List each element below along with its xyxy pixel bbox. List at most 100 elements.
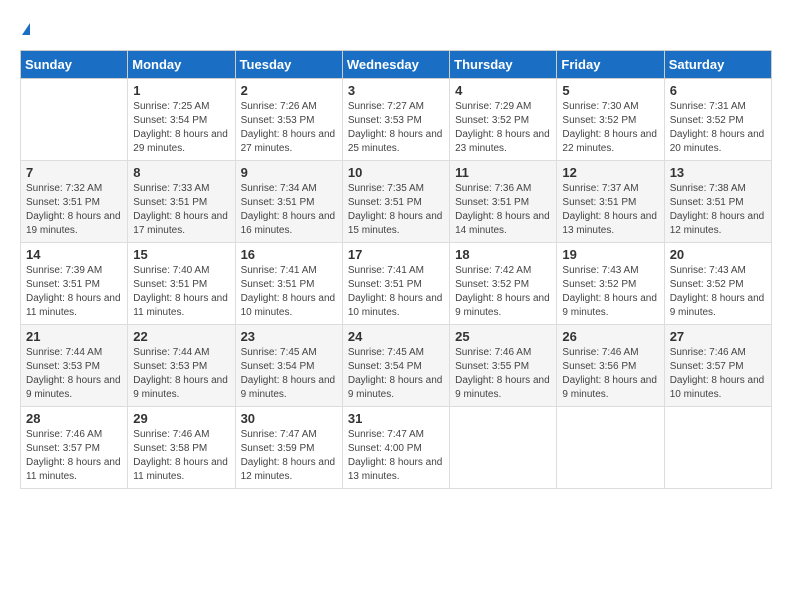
cell-day-number: 29 bbox=[133, 411, 229, 426]
calendar-cell bbox=[21, 78, 128, 160]
calendar-cell: 31 Sunrise: 7:47 AM Sunset: 4:00 PM Dayli… bbox=[342, 406, 449, 488]
cell-day-number: 17 bbox=[348, 247, 444, 262]
cell-info: Sunrise: 7:43 AM Sunset: 3:52 PM Dayligh… bbox=[670, 264, 766, 320]
logo-icon bbox=[22, 23, 30, 35]
cell-info: Sunrise: 7:30 AM Sunset: 3:52 PM Dayligh… bbox=[562, 100, 658, 156]
calendar-week-row: 21 Sunrise: 7:44 AM Sunset: 3:53 PM Dayli… bbox=[21, 324, 772, 406]
cell-info: Sunrise: 7:32 AM Sunset: 3:51 PM Dayligh… bbox=[26, 182, 122, 238]
calendar-cell bbox=[664, 406, 771, 488]
calendar-cell: 10 Sunrise: 7:35 AM Sunset: 3:51 PM Dayli… bbox=[342, 160, 449, 242]
cell-info: Sunrise: 7:34 AM Sunset: 3:51 PM Dayligh… bbox=[241, 182, 337, 238]
calendar-week-row: 28 Sunrise: 7:46 AM Sunset: 3:57 PM Dayli… bbox=[21, 406, 772, 488]
calendar-cell: 14Sunrise: 7:39 AM Sunset: 3:51 PM Dayli… bbox=[21, 242, 128, 324]
cell-day-number: 9 bbox=[241, 165, 337, 180]
cell-day-number: 13 bbox=[670, 165, 766, 180]
calendar-cell: 9 Sunrise: 7:34 AM Sunset: 3:51 PM Daylig… bbox=[235, 160, 342, 242]
calendar-header-row: SundayMondayTuesdayWednesdayThursdayFrid… bbox=[21, 50, 772, 78]
calendar-cell: 8Sunrise: 7:33 AM Sunset: 3:51 PM Daylig… bbox=[128, 160, 235, 242]
cell-day-number: 20 bbox=[670, 247, 766, 262]
header-day: Friday bbox=[557, 50, 664, 78]
cell-day-number: 26 bbox=[562, 329, 658, 344]
header-day: Monday bbox=[128, 50, 235, 78]
logo bbox=[20, 20, 30, 40]
header-day: Saturday bbox=[664, 50, 771, 78]
cell-info: Sunrise: 7:33 AM Sunset: 3:51 PM Dayligh… bbox=[133, 182, 229, 238]
cell-info: Sunrise: 7:37 AM Sunset: 3:51 PM Dayligh… bbox=[562, 182, 658, 238]
calendar-cell: 20 Sunrise: 7:43 AM Sunset: 3:52 PM Dayli… bbox=[664, 242, 771, 324]
calendar-cell: 17 Sunrise: 7:41 AM Sunset: 3:51 PM Dayli… bbox=[342, 242, 449, 324]
calendar-cell: 4Sunrise: 7:29 AM Sunset: 3:52 PM Daylig… bbox=[450, 78, 557, 160]
cell-info: Sunrise: 7:35 AM Sunset: 3:51 PM Dayligh… bbox=[348, 182, 444, 238]
cell-day-number: 5 bbox=[562, 83, 658, 98]
cell-info: Sunrise: 7:47 AM Sunset: 4:00 PM Dayligh… bbox=[348, 428, 444, 484]
cell-info: Sunrise: 7:46 AM Sunset: 3:57 PM Dayligh… bbox=[26, 428, 122, 484]
cell-info: Sunrise: 7:39 AM Sunset: 3:51 PM Dayligh… bbox=[26, 264, 122, 320]
cell-info: Sunrise: 7:26 AM Sunset: 3:53 PM Dayligh… bbox=[241, 100, 337, 156]
cell-day-number: 12 bbox=[562, 165, 658, 180]
calendar-week-row: 7 Sunrise: 7:32 AM Sunset: 3:51 PM Daylig… bbox=[21, 160, 772, 242]
cell-day-number: 18 bbox=[455, 247, 551, 262]
calendar-cell: 1Sunrise: 7:25 AM Sunset: 3:54 PM Daylig… bbox=[128, 78, 235, 160]
cell-day-number: 30 bbox=[241, 411, 337, 426]
cell-info: Sunrise: 7:36 AM Sunset: 3:51 PM Dayligh… bbox=[455, 182, 551, 238]
calendar-cell: 18Sunrise: 7:42 AM Sunset: 3:52 PM Dayli… bbox=[450, 242, 557, 324]
cell-day-number: 1 bbox=[133, 83, 229, 98]
cell-day-number: 25 bbox=[455, 329, 551, 344]
cell-day-number: 23 bbox=[241, 329, 337, 344]
cell-day-number: 2 bbox=[241, 83, 337, 98]
cell-info: Sunrise: 7:41 AM Sunset: 3:51 PM Dayligh… bbox=[348, 264, 444, 320]
cell-day-number: 3 bbox=[348, 83, 444, 98]
cell-day-number: 24 bbox=[348, 329, 444, 344]
cell-info: Sunrise: 7:43 AM Sunset: 3:52 PM Dayligh… bbox=[562, 264, 658, 320]
calendar-cell: 22 Sunrise: 7:44 AM Sunset: 3:53 PM Dayli… bbox=[128, 324, 235, 406]
cell-day-number: 19 bbox=[562, 247, 658, 262]
cell-day-number: 16 bbox=[241, 247, 337, 262]
calendar-cell: 16 Sunrise: 7:41 AM Sunset: 3:51 PM Dayli… bbox=[235, 242, 342, 324]
calendar-cell: 6Sunrise: 7:31 AM Sunset: 3:52 PM Daylig… bbox=[664, 78, 771, 160]
calendar-cell: 25 Sunrise: 7:46 AM Sunset: 3:55 PM Dayli… bbox=[450, 324, 557, 406]
calendar-week-row: 14Sunrise: 7:39 AM Sunset: 3:51 PM Dayli… bbox=[21, 242, 772, 324]
cell-info: Sunrise: 7:41 AM Sunset: 3:51 PM Dayligh… bbox=[241, 264, 337, 320]
cell-info: Sunrise: 7:46 AM Sunset: 3:57 PM Dayligh… bbox=[670, 346, 766, 402]
cell-info: Sunrise: 7:45 AM Sunset: 3:54 PM Dayligh… bbox=[241, 346, 337, 402]
cell-info: Sunrise: 7:47 AM Sunset: 3:59 PM Dayligh… bbox=[241, 428, 337, 484]
cell-day-number: 21 bbox=[26, 329, 122, 344]
cell-day-number: 15 bbox=[133, 247, 229, 262]
header-day: Wednesday bbox=[342, 50, 449, 78]
cell-info: Sunrise: 7:38 AM Sunset: 3:51 PM Dayligh… bbox=[670, 182, 766, 238]
calendar-cell: 29 Sunrise: 7:46 AM Sunset: 3:58 PM Dayli… bbox=[128, 406, 235, 488]
cell-info: Sunrise: 7:44 AM Sunset: 3:53 PM Dayligh… bbox=[133, 346, 229, 402]
calendar-cell: 2 Sunrise: 7:26 AM Sunset: 3:53 PM Daylig… bbox=[235, 78, 342, 160]
cell-day-number: 7 bbox=[26, 165, 122, 180]
header-day: Sunday bbox=[21, 50, 128, 78]
cell-day-number: 31 bbox=[348, 411, 444, 426]
calendar-cell: 7 Sunrise: 7:32 AM Sunset: 3:51 PM Daylig… bbox=[21, 160, 128, 242]
calendar-cell: 13 Sunrise: 7:38 AM Sunset: 3:51 PM Dayli… bbox=[664, 160, 771, 242]
cell-info: Sunrise: 7:40 AM Sunset: 3:51 PM Dayligh… bbox=[133, 264, 229, 320]
cell-info: Sunrise: 7:27 AM Sunset: 3:53 PM Dayligh… bbox=[348, 100, 444, 156]
calendar-cell: 19 Sunrise: 7:43 AM Sunset: 3:52 PM Dayli… bbox=[557, 242, 664, 324]
calendar-week-row: 1Sunrise: 7:25 AM Sunset: 3:54 PM Daylig… bbox=[21, 78, 772, 160]
cell-day-number: 27 bbox=[670, 329, 766, 344]
calendar-table: SundayMondayTuesdayWednesdayThursdayFrid… bbox=[20, 50, 772, 489]
cell-day-number: 4 bbox=[455, 83, 551, 98]
calendar-cell: 15 Sunrise: 7:40 AM Sunset: 3:51 PM Dayli… bbox=[128, 242, 235, 324]
cell-info: Sunrise: 7:46 AM Sunset: 3:58 PM Dayligh… bbox=[133, 428, 229, 484]
header-day: Tuesday bbox=[235, 50, 342, 78]
calendar-cell: 5 Sunrise: 7:30 AM Sunset: 3:52 PM Daylig… bbox=[557, 78, 664, 160]
calendar-cell: 3 Sunrise: 7:27 AM Sunset: 3:53 PM Daylig… bbox=[342, 78, 449, 160]
cell-day-number: 10 bbox=[348, 165, 444, 180]
page-header bbox=[20, 20, 772, 40]
cell-day-number: 28 bbox=[26, 411, 122, 426]
calendar-cell: 12 Sunrise: 7:37 AM Sunset: 3:51 PM Dayli… bbox=[557, 160, 664, 242]
cell-info: Sunrise: 7:46 AM Sunset: 3:55 PM Dayligh… bbox=[455, 346, 551, 402]
calendar-cell bbox=[450, 406, 557, 488]
calendar-cell: 11 Sunrise: 7:36 AM Sunset: 3:51 PM Dayli… bbox=[450, 160, 557, 242]
cell-day-number: 11 bbox=[455, 165, 551, 180]
calendar-cell: 21Sunrise: 7:44 AM Sunset: 3:53 PM Dayli… bbox=[21, 324, 128, 406]
calendar-cell: 26Sunrise: 7:46 AM Sunset: 3:56 PM Dayli… bbox=[557, 324, 664, 406]
calendar-cell: 23 Sunrise: 7:45 AM Sunset: 3:54 PM Dayli… bbox=[235, 324, 342, 406]
cell-day-number: 22 bbox=[133, 329, 229, 344]
cell-info: Sunrise: 7:45 AM Sunset: 3:54 PM Dayligh… bbox=[348, 346, 444, 402]
calendar-cell: 24 Sunrise: 7:45 AM Sunset: 3:54 PM Dayli… bbox=[342, 324, 449, 406]
